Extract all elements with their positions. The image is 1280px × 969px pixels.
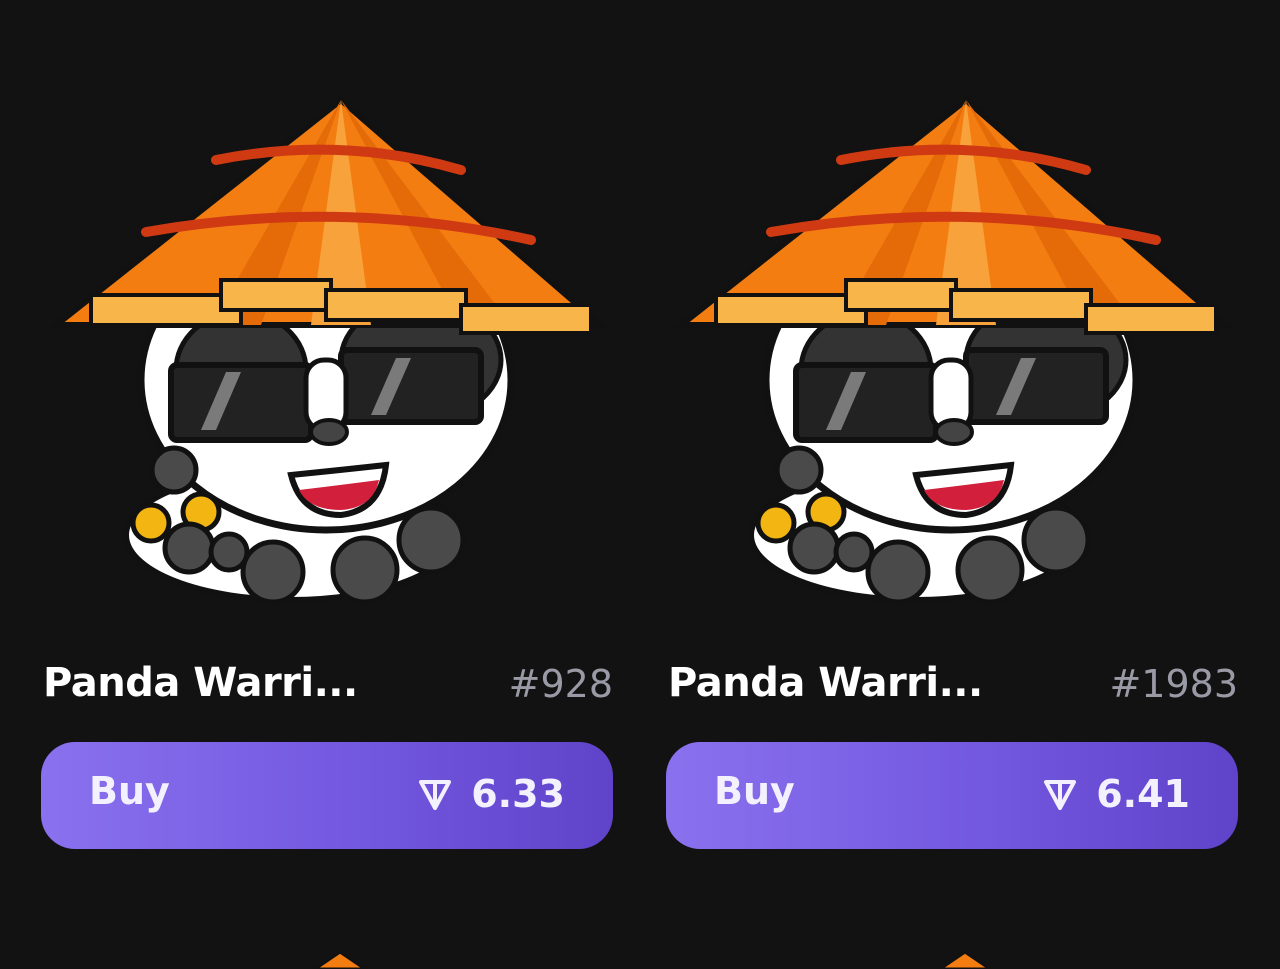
panda-warrior-artwork — [47, 96, 610, 605]
next-card-image-peek — [310, 952, 370, 969]
next-card-image-peek — [935, 952, 995, 969]
nft-grid: Panda Warri... #928 Buy 6.33 Panda Warri… — [0, 0, 1280, 969]
buy-button[interactable]: Buy 6.33 — [41, 742, 613, 849]
price-group: 6.33 — [417, 769, 565, 819]
nft-image[interactable] — [666, 80, 1238, 625]
buy-button[interactable]: Buy 6.41 — [666, 742, 1238, 849]
card-title-row: Panda Warri... #928 — [43, 660, 613, 712]
nft-name: Panda Warri... — [668, 660, 983, 706]
nft-image[interactable] — [41, 80, 613, 625]
ton-icon — [417, 776, 453, 812]
nft-number: #1983 — [1109, 662, 1238, 706]
panda-warrior-artwork — [672, 96, 1235, 605]
price-value: 6.33 — [471, 772, 565, 816]
nft-number: #928 — [508, 662, 613, 706]
nft-name: Panda Warri... — [43, 660, 358, 706]
price-group: 6.41 — [1042, 769, 1190, 819]
nft-card[interactable]: Panda Warri... #1983 Buy 6.41 — [666, 0, 1238, 880]
price-value: 6.41 — [1096, 772, 1190, 816]
ton-icon — [1042, 776, 1078, 812]
buy-label: Buy — [89, 769, 170, 813]
buy-label: Buy — [714, 769, 795, 813]
card-title-row: Panda Warri... #1983 — [668, 660, 1238, 712]
nft-card[interactable]: Panda Warri... #928 Buy 6.33 — [41, 0, 613, 880]
